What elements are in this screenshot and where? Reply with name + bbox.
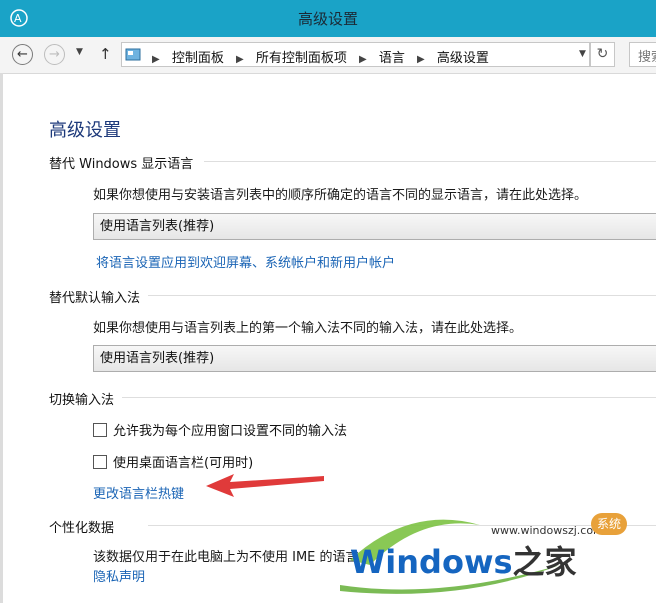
desktop-language-bar-label: 使用桌面语言栏(可用时) (113, 456, 254, 471)
watermark-badge: 系统 (591, 513, 627, 535)
red-arrow-annotation-icon (206, 474, 324, 497)
section-heading-display-language: 替代 Windows 显示语言 (49, 157, 194, 172)
breadcrumb-all-items[interactable]: 所有控制面板项 (256, 51, 347, 66)
privacy-statement-link[interactable]: 隐私声明 (93, 566, 145, 585)
desktop-language-bar-checkbox[interactable] (93, 455, 107, 469)
input-method-description: 如果你想使用与语言列表上的第一个输入法不同的输入法，请在此处选择。 (93, 321, 523, 336)
apply-to-welcome-screen-link[interactable]: 将语言设置应用到欢迎屏幕、系统帐户和新用户帐户 (96, 252, 395, 271)
address-dropdown-chevron-icon[interactable]: ▼ (576, 42, 590, 67)
back-arrow-icon[interactable]: ← (12, 44, 33, 65)
forward-arrow-icon[interactable]: → (44, 44, 65, 65)
display-language-dropdown[interactable]: 使用语言列表(推荐) (93, 213, 656, 240)
breadcrumb-separator-icon: ▶ (359, 54, 367, 65)
section-heading-switch-input: 切换输入法 (49, 393, 115, 408)
personalization-description: 该数据仅用于在此电脑上为不使用 IME 的语言 (93, 550, 359, 565)
address-bar[interactable]: ▶ 控制面板 ▶ 所有控制面板项 ▶ 语言 ▶ 高级设置 (121, 42, 591, 67)
refresh-icon[interactable]: ↻ (590, 42, 615, 67)
control-panel-icon (125, 48, 141, 61)
title-bar: A 高级设置 (0, 0, 656, 37)
display-language-description: 如果你想使用与安装语言列表中的顺序所确定的语言不同的显示语言，请在此处选择。 (93, 188, 588, 203)
watermark-brand: Windows之家 (350, 537, 577, 583)
per-app-input-checkbox[interactable] (93, 423, 107, 437)
breadcrumb-separator-icon: ▶ (417, 54, 425, 65)
search-input[interactable]: 搜索 (629, 42, 656, 67)
window-title: 高级设置 (297, 10, 358, 28)
up-arrow-icon[interactable]: ↑ (99, 45, 112, 63)
recent-pages-chevron-icon[interactable]: ▼ (76, 47, 83, 57)
per-app-input-label: 允许我为每个应用窗口设置不同的输入法 (113, 424, 348, 439)
section-divider (148, 295, 656, 296)
watermark-brand-en: Windows (350, 543, 513, 581)
input-method-dropdown[interactable]: 使用语言列表(推荐) (93, 345, 656, 372)
section-heading-personalization: 个性化数据 (49, 521, 115, 536)
section-divider (122, 397, 656, 398)
desktop-language-bar-checkbox-row[interactable]: 使用桌面语言栏(可用时) (93, 452, 253, 471)
change-language-bar-hotkeys-link[interactable]: 更改语言栏热键 (93, 483, 184, 502)
breadcrumb-advanced-settings[interactable]: 高级设置 (437, 51, 489, 66)
per-app-input-checkbox-row[interactable]: 允许我为每个应用窗口设置不同的输入法 (93, 420, 347, 439)
breadcrumb-language[interactable]: 语言 (379, 51, 405, 66)
section-heading-default-input: 替代默认输入法 (49, 291, 141, 306)
breadcrumb-control-panel[interactable]: 控制面板 (172, 51, 224, 66)
watermark-brand-cn: 之家 (512, 543, 577, 581)
breadcrumb-separator-icon: ▶ (236, 54, 244, 65)
left-pane-edge (0, 73, 3, 603)
page-title: 高级设置 (49, 120, 121, 141)
breadcrumb-separator-icon: ▶ (152, 54, 160, 65)
section-divider (204, 161, 656, 162)
watermark-url: www.windowszj.com (491, 524, 604, 537)
breadcrumb: ▶ 控制面板 ▶ 所有控制面板项 ▶ 语言 ▶ 高级设置 (152, 47, 489, 66)
navigation-bar: ← → ▼ ↑ ▶ 控制面板 ▶ 所有控制面板项 ▶ 语言 ▶ 高级设置 ▼ ↻… (0, 37, 656, 74)
